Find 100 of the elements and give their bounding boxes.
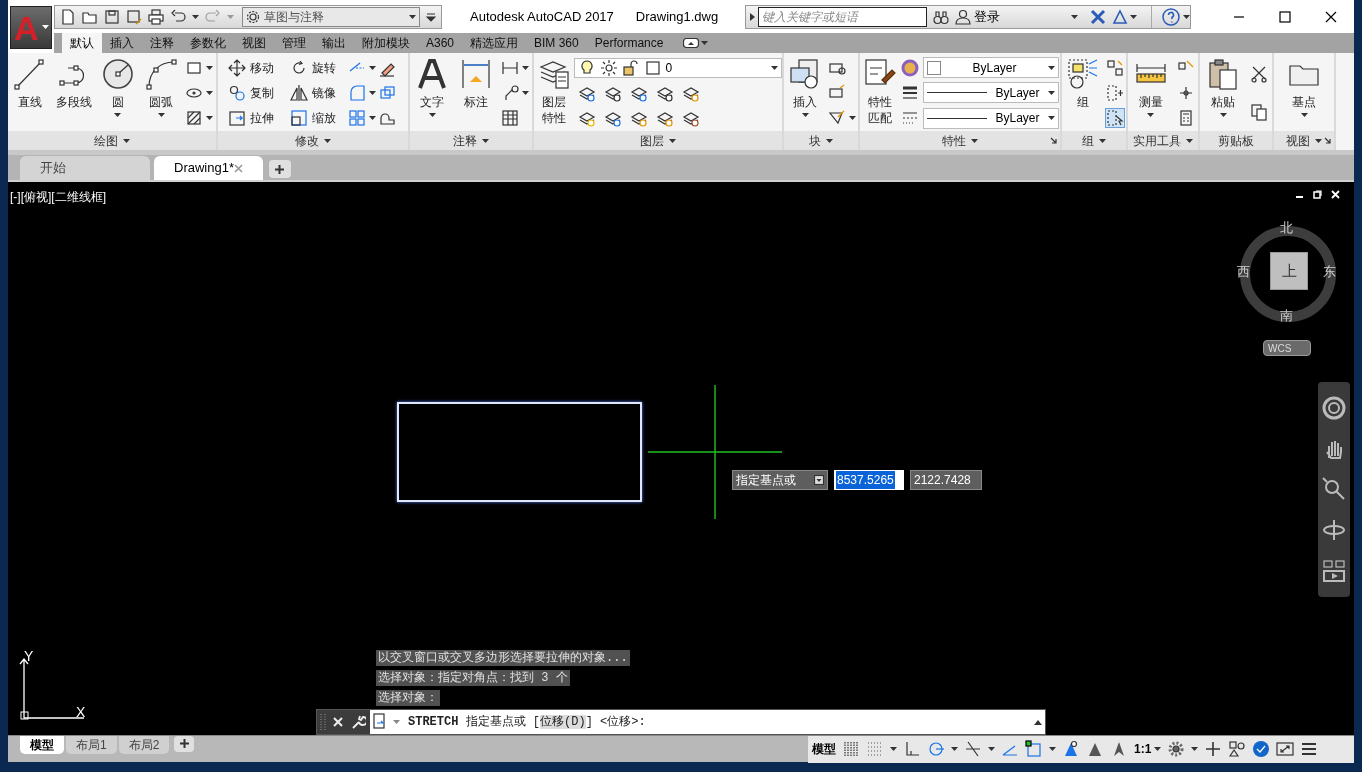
viewcube-face[interactable]: 上 xyxy=(1270,252,1308,290)
viewport-close-icon[interactable] xyxy=(1331,190,1340,199)
caret-icon[interactable] xyxy=(1099,138,1106,143)
new-layout-button[interactable] xyxy=(174,735,195,752)
rotate-icon[interactable] xyxy=(290,58,308,77)
printer-icon[interactable] xyxy=(148,8,164,25)
panel-title[interactable]: 注释 xyxy=(410,131,532,150)
ribbon-tab[interactable]: BIM 360 xyxy=(526,33,587,53)
file-tab[interactable]: Drawing1* xyxy=(154,156,263,180)
annotation-visibility-icon[interactable] xyxy=(1062,740,1080,758)
fullscreen-icon[interactable] xyxy=(1276,740,1295,758)
caret-icon[interactable] xyxy=(114,113,122,117)
layer-lock-icon[interactable] xyxy=(655,85,674,103)
ribbon-tab[interactable]: 默认 xyxy=(62,33,102,53)
selected-rectangle[interactable] xyxy=(397,402,642,502)
menu-icon[interactable] xyxy=(1300,740,1319,758)
ribbon-tool-button[interactable]: 标注 xyxy=(457,55,495,131)
hatch-icon[interactable] xyxy=(185,109,204,128)
ribbon-tool-button[interactable]: 复制 xyxy=(228,84,290,102)
help-icon[interactable] xyxy=(1162,7,1181,26)
panel-toggle-icon[interactable] xyxy=(683,38,700,48)
layer-current-icon[interactable] xyxy=(603,85,622,103)
ribbon-tool-button[interactable]: 测量 xyxy=(1131,55,1170,131)
panel-title[interactable]: 修改 xyxy=(218,131,408,150)
x-coordinate-field[interactable]: 8537.5265 xyxy=(834,470,904,490)
padlock-icon[interactable] xyxy=(621,59,640,78)
ribbon-tool-button[interactable]: 图层特性 xyxy=(534,55,573,131)
maximize-icon[interactable] xyxy=(1279,10,1291,23)
polar-icon[interactable] xyxy=(927,740,945,758)
property-dropdown[interactable]: ByLayer xyxy=(923,57,1059,79)
panel-launcher-icon[interactable] xyxy=(1324,137,1331,144)
panel-title[interactable]: 视图 xyxy=(1274,131,1334,150)
layout-tab[interactable]: 布局1 xyxy=(66,735,117,754)
layer-isolate-icon[interactable] xyxy=(629,85,648,103)
sign-in-button[interactable]: 登录 xyxy=(955,6,1079,27)
ribbon-tool-button[interactable]: 圆 xyxy=(98,55,137,131)
layer-off-icon[interactable] xyxy=(577,85,596,103)
ribbon-tool-button[interactable]: 特性匹配 xyxy=(861,55,899,131)
triangle-nodes-icon[interactable] xyxy=(1112,8,1129,25)
ribbon-tab[interactable]: 注释 xyxy=(142,33,182,53)
lineweight-icon[interactable] xyxy=(901,84,919,102)
snap-dots-icon[interactable] xyxy=(866,740,884,758)
ribbon-tool-button[interactable]: 缩放 xyxy=(290,109,348,128)
grid-icon[interactable] xyxy=(842,740,860,758)
ribbon-tab[interactable]: 管理 xyxy=(274,33,314,53)
undo-icon[interactable] xyxy=(170,8,186,25)
panel-title[interactable]: 块 xyxy=(784,131,858,150)
ribbon-tab[interactable]: A360 xyxy=(418,33,463,53)
property-dropdown[interactable]: ByLayer xyxy=(923,82,1059,104)
caret-icon[interactable] xyxy=(157,113,165,117)
customize-menu-icon[interactable] xyxy=(426,11,436,22)
ribbon-tool-button[interactable]: 镜像 xyxy=(290,84,348,102)
caret-icon[interactable] xyxy=(1147,113,1154,117)
copy-icon[interactable] xyxy=(228,84,246,102)
panel-title[interactable]: 绘图 xyxy=(8,131,216,150)
layout-tab[interactable]: 布局2 xyxy=(118,735,170,754)
new-tab-button[interactable] xyxy=(269,160,291,178)
new-file-icon[interactable] xyxy=(60,8,76,25)
ribbon-tab[interactable]: 参数化 xyxy=(182,33,234,53)
property-dropdown[interactable]: ByLayer xyxy=(923,107,1059,129)
table-icon[interactable] xyxy=(501,109,519,128)
explode-icon[interactable] xyxy=(378,84,396,102)
ribbon-tool-button[interactable]: 粘贴 xyxy=(1204,55,1242,131)
ribbon-tool-button[interactable]: 直线 xyxy=(10,55,49,131)
mirror-icon[interactable] xyxy=(290,84,308,102)
ribbon-tool-button[interactable]: 组 xyxy=(1064,55,1102,131)
caret-icon[interactable] xyxy=(826,138,833,143)
x-logo-icon[interactable] xyxy=(1090,8,1107,25)
showmotion-icon[interactable] xyxy=(1321,557,1347,584)
stretch-icon[interactable] xyxy=(228,109,246,128)
layout-tab[interactable]: 模型 xyxy=(20,735,64,754)
options-arrow-icon[interactable] xyxy=(814,475,824,485)
move-icon[interactable] xyxy=(228,58,246,77)
close-tab-icon[interactable] xyxy=(234,163,243,173)
isodraft-icon[interactable] xyxy=(964,740,982,758)
panel-launcher-icon[interactable] xyxy=(1050,137,1057,144)
caret-icon[interactable] xyxy=(1186,138,1193,143)
steering-wheel-icon[interactable] xyxy=(1321,395,1347,422)
layer-match-icon[interactable] xyxy=(681,85,700,103)
gear-icon[interactable] xyxy=(1167,740,1186,758)
hardware-acceleration-icon[interactable] xyxy=(1252,740,1271,758)
ribbon-tab[interactable]: 精选应用 xyxy=(462,33,527,53)
ribbon-tool-button[interactable]: 旋转 xyxy=(290,58,348,77)
ribbon-tool-button[interactable]: 插入 xyxy=(786,55,824,131)
file-tab[interactable]: 开始 xyxy=(20,156,150,180)
caret-icon[interactable] xyxy=(801,113,809,117)
ribbon-tool-button[interactable]: 移动 xyxy=(228,58,290,77)
group-select-icon[interactable] xyxy=(1106,109,1124,128)
ribbon-tab[interactable]: 插入 xyxy=(102,33,142,53)
panel-title[interactable]: 特性 xyxy=(860,131,1060,150)
caret-icon[interactable] xyxy=(482,138,489,143)
fillet-icon[interactable] xyxy=(348,84,366,102)
wcs-menu-button[interactable]: WCS xyxy=(1263,340,1311,356)
caret-icon[interactable] xyxy=(669,138,676,143)
ribbon-tab[interactable]: 附加模块 xyxy=(354,33,418,53)
save-icon[interactable] xyxy=(104,8,120,25)
plus-cross-icon[interactable] xyxy=(1204,740,1223,758)
color-swatch-icon[interactable] xyxy=(643,59,662,78)
copy-clip-icon[interactable] xyxy=(1250,103,1268,121)
search-field[interactable]: 键入关键字或短语 xyxy=(758,6,928,27)
